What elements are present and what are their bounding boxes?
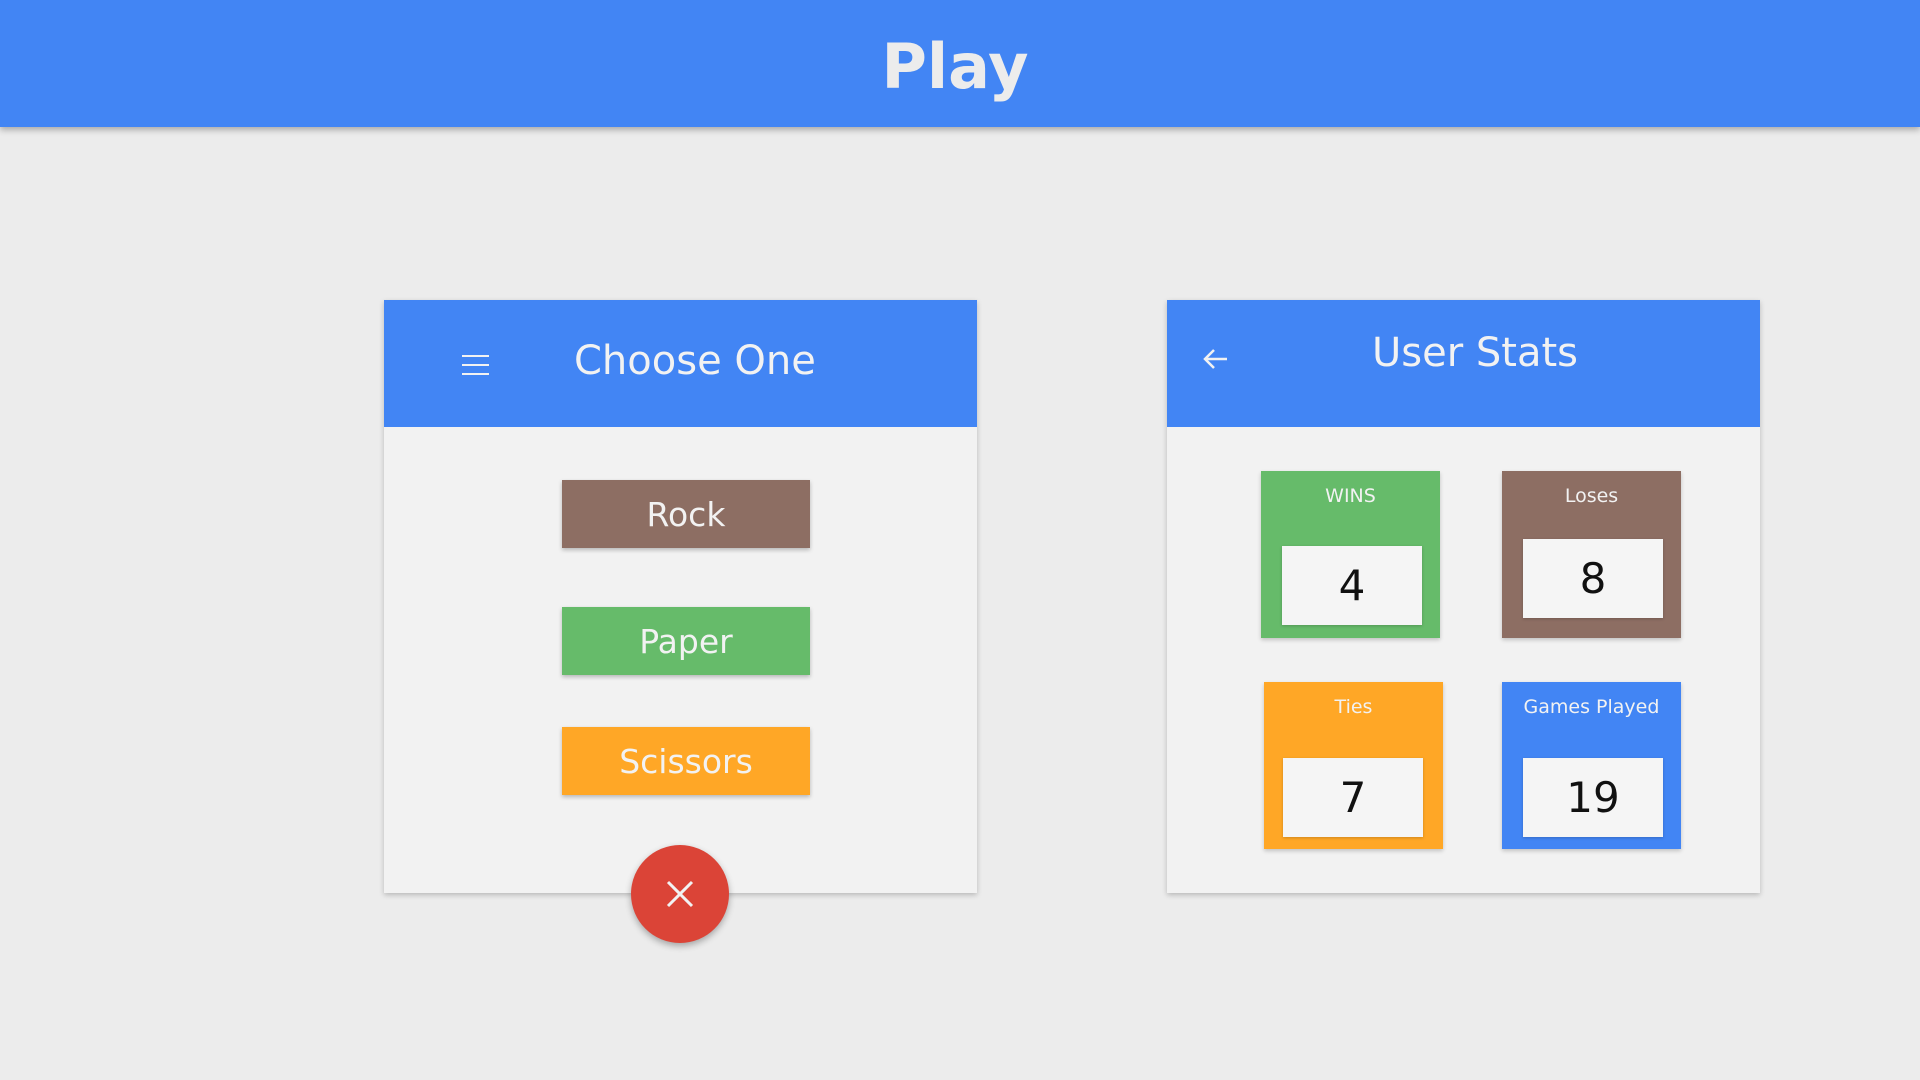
stats-card-header: User Stats	[1167, 300, 1760, 427]
wins-value: 4	[1282, 546, 1422, 625]
ties-stat: Ties 7	[1264, 682, 1443, 849]
app-bar: Play	[0, 0, 1920, 127]
paper-button[interactable]: Paper	[562, 607, 810, 675]
hamburger-menu-icon[interactable]	[462, 355, 489, 375]
user-stats-card: User Stats WINS 4 Loses 8 Ties 7 Games P…	[1167, 300, 1760, 893]
wins-label: WINS	[1325, 485, 1376, 507]
games-played-stat: Games Played 19	[1502, 682, 1681, 849]
stats-card-title: User Stats	[1372, 330, 1578, 376]
rock-button[interactable]: Rock	[562, 480, 810, 548]
scissors-button[interactable]: Scissors	[562, 727, 810, 795]
ties-label: Ties	[1334, 696, 1373, 718]
choose-card-title: Choose One	[574, 338, 816, 384]
wins-stat: WINS 4	[1261, 471, 1440, 638]
choose-one-card: Choose One Rock Paper Scissors	[384, 300, 977, 943]
loses-label: Loses	[1564, 485, 1619, 507]
close-fab-button[interactable]	[631, 845, 729, 943]
ties-value: 7	[1283, 758, 1423, 837]
games-played-value: 19	[1523, 758, 1663, 837]
close-icon	[666, 880, 694, 908]
loses-value: 8	[1523, 539, 1663, 618]
arrow-left-icon[interactable]	[1201, 344, 1231, 374]
games-played-label: Games Played	[1523, 696, 1660, 718]
loses-stat: Loses 8	[1502, 471, 1681, 638]
page-title: Play	[881, 30, 1029, 103]
choose-card-header: Choose One	[384, 300, 977, 427]
